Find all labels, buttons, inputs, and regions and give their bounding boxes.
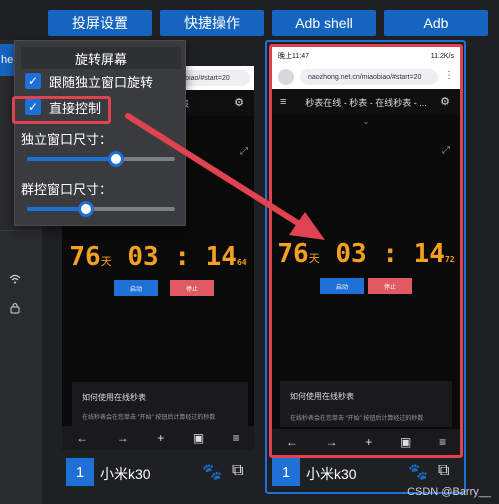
annotation-arrow	[125, 113, 325, 240]
watermark: CSDN @Barry__	[407, 486, 491, 498]
